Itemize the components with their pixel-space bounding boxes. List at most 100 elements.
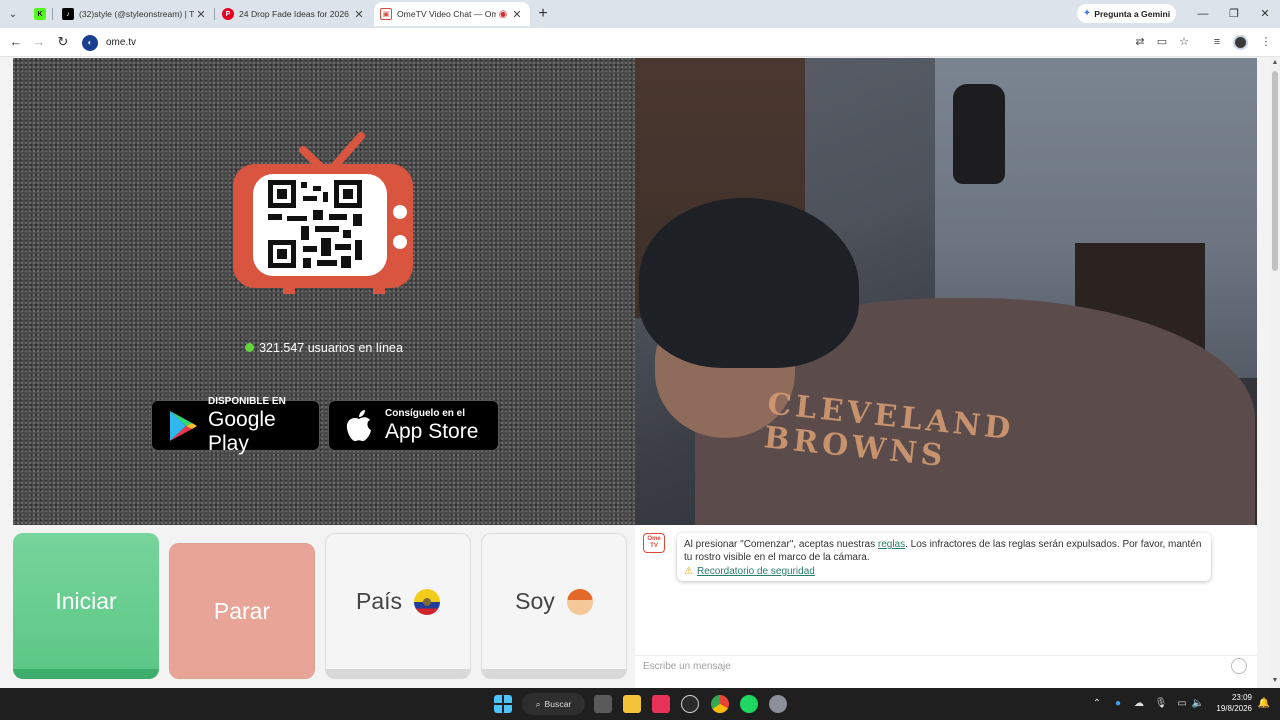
address-bar[interactable]: ◐ ome.tv: [82, 32, 1202, 53]
menu-kebab-icon[interactable]: ⋮: [1259, 35, 1273, 49]
google-play-icon: [170, 410, 197, 441]
reading-list-icon[interactable]: ≡: [1210, 35, 1224, 49]
windows-taskbar: ⌕ Buscar ⌃ ● ☁ 🎙 ▭ 🔈 23:09 19/8/2026 🔔: [0, 688, 1280, 720]
browser-toolbar: ← → ↻ ◐ ome.tv ⇄ ▭ ☆ ≡ ⋮: [0, 28, 1280, 57]
forward-arrow-icon[interactable]: →: [31, 34, 47, 50]
maximize-button[interactable]: ❐: [1223, 5, 1245, 23]
system-message-text: Al presionar "Comenzar", aceptas nuestra…: [684, 538, 1204, 564]
warning-icon: ⚠: [684, 566, 693, 577]
tray-app-icon[interactable]: ●: [1111, 697, 1125, 711]
online-count-text: 321.547 usuarios en línea: [259, 341, 403, 355]
translate-icon[interactable]: ⇄: [1133, 35, 1147, 49]
google-play-small-text: DISPONIBLE EN: [208, 395, 286, 407]
gemini-sparkle-icon: ✦: [1082, 8, 1092, 19]
show-hidden-icons-chevron-icon[interactable]: ⌃: [1090, 697, 1104, 711]
safety-reminder-row: ⚠ Recordatorio de seguridad: [684, 565, 1204, 578]
page-content: 321.547 usuarios en línea DISPONIBLE EN …: [0, 57, 1280, 688]
kick-icon: K: [34, 8, 46, 20]
task-view-icon[interactable]: [594, 695, 612, 713]
recording-icon: ◉: [498, 8, 508, 20]
tab-separator: [214, 8, 215, 20]
clock-time: 23:09: [1231, 693, 1252, 702]
online-status-dot: [245, 343, 255, 352]
gender-select-button[interactable]: Soy: [481, 533, 627, 679]
tiktok-app-icon[interactable]: [652, 695, 670, 713]
tab-title: (32)style (@styleonstream) | Tik: [79, 9, 194, 19]
volume-icon[interactable]: 🔈: [1191, 697, 1205, 711]
tiktok-icon: ♪: [62, 8, 74, 20]
tab-close-icon[interactable]: ✕: [194, 8, 208, 21]
tab-close-icon[interactable]: ✕: [352, 8, 366, 21]
scroll-down-icon[interactable]: ▼: [1270, 677, 1280, 684]
profile-avatar[interactable]: [1233, 35, 1248, 50]
tab-title: 24 Drop Fade Ideas for 2026: [239, 9, 349, 19]
app-store-big-text: App Store: [385, 419, 479, 443]
network-icon[interactable]: ▭: [1175, 697, 1189, 711]
search-label: Buscar: [544, 699, 572, 709]
reload-icon[interactable]: ↻: [55, 34, 71, 50]
url-text[interactable]: ome.tv: [106, 37, 136, 48]
google-play-badge[interactable]: DISPONIBLE EN Google Play: [151, 396, 320, 455]
rules-link[interactable]: reglas: [878, 539, 905, 550]
tab-ometv[interactable]: ▣ OmeTV Video Chat — Ome ◉ ✕: [374, 2, 530, 26]
tab-strip: ⌄ K ♪ (32)style (@styleonstream) | Tik ✕…: [0, 0, 1280, 28]
back-arrow-icon[interactable]: ←: [8, 34, 24, 50]
gemini-label: Pregunta a Gemini: [1094, 8, 1171, 19]
onedrive-icon[interactable]: ☁: [1132, 697, 1146, 711]
taskbar-clock[interactable]: 23:09 19/8/2026: [1212, 692, 1252, 714]
chrome-icon[interactable]: [711, 695, 729, 713]
tab-search-chevron-icon[interactable]: ⌄: [4, 5, 22, 23]
tab-title: OmeTV Video Chat — Ome: [397, 9, 496, 19]
ometv-avatar-icon: Ome TV: [643, 533, 665, 553]
google-play-big-text: Google Play: [208, 407, 276, 455]
message-input[interactable]: Escribe un mensaje: [635, 655, 1257, 679]
ometv-qr-tv-icon: [233, 132, 413, 294]
microphone-icon[interactable]: 🎙: [1154, 697, 1168, 711]
online-users-counter: 321.547 usuarios en línea: [13, 341, 635, 355]
notifications-bell-icon[interactable]: 🔔: [1257, 697, 1271, 711]
self-camera-panel: CLEVELAND BROWNS: [635, 58, 1257, 525]
tab-kick[interactable]: K: [28, 2, 50, 26]
safety-reminder-link[interactable]: Recordatorio de seguridad: [697, 566, 815, 577]
file-explorer-icon[interactable]: [623, 695, 641, 713]
tab-pinterest[interactable]: P 24 Drop Fade Ideas for 2026 ✕: [216, 2, 372, 26]
minimize-button[interactable]: —: [1192, 5, 1214, 23]
message-prefix: Al presionar "Comenzar", aceptas nuestra…: [684, 539, 878, 550]
ometv-icon: ▣: [380, 8, 392, 20]
country-label: País: [355, 588, 403, 614]
country-filter-button[interactable]: País: [325, 533, 471, 679]
cast-icon[interactable]: ▭: [1155, 35, 1169, 49]
page-scrollbar[interactable]: ▲ ▼: [1270, 57, 1280, 688]
github-icon[interactable]: [681, 695, 699, 713]
start-button[interactable]: Iniciar: [13, 533, 159, 679]
tab-separator: [52, 8, 53, 20]
system-message: Al presionar "Comenzar", aceptas nuestra…: [677, 533, 1211, 581]
chat-panel: Ome TV Al presionar "Comenzar", aceptas …: [635, 525, 1257, 688]
camera-background-backpack: [953, 84, 1005, 184]
settings-gear-icon[interactable]: [769, 695, 787, 713]
boy-emoji-icon: [566, 588, 593, 615]
gender-label: Soy: [515, 588, 555, 614]
site-info-icon[interactable]: ◐: [82, 34, 98, 51]
apple-icon: [346, 409, 371, 441]
bookmark-star-icon[interactable]: ☆: [1177, 35, 1191, 49]
close-window-button[interactable]: ✕: [1254, 5, 1276, 23]
gemini-button[interactable]: ✦ Pregunta a Gemini: [1077, 4, 1176, 23]
emoji-picker-icon[interactable]: [1231, 658, 1247, 674]
windows-start-icon[interactable]: [494, 695, 512, 713]
new-tab-button[interactable]: +: [534, 5, 552, 23]
spotify-icon[interactable]: [740, 695, 758, 713]
stop-button[interactable]: Parar: [169, 543, 315, 679]
app-store-badge[interactable]: Consíguelo en el App Store: [328, 400, 499, 451]
clock-date: 19/8/2026: [1216, 704, 1252, 713]
search-icon: ⌕: [535, 698, 541, 709]
camera-person-hair: [639, 198, 859, 368]
ecuador-flag-icon: [414, 588, 441, 615]
tab-tiktok[interactable]: ♪ (32)style (@styleonstream) | Tik ✕: [56, 2, 214, 26]
taskbar-search[interactable]: ⌕ Buscar: [522, 693, 585, 715]
scrollbar-thumb[interactable]: [1272, 71, 1278, 271]
pinterest-icon: P: [222, 8, 234, 20]
scroll-up-icon[interactable]: ▲: [1270, 59, 1280, 66]
tab-close-icon[interactable]: ✕: [510, 8, 524, 21]
stranger-video-panel: 321.547 usuarios en línea DISPONIBLE EN …: [13, 58, 635, 525]
